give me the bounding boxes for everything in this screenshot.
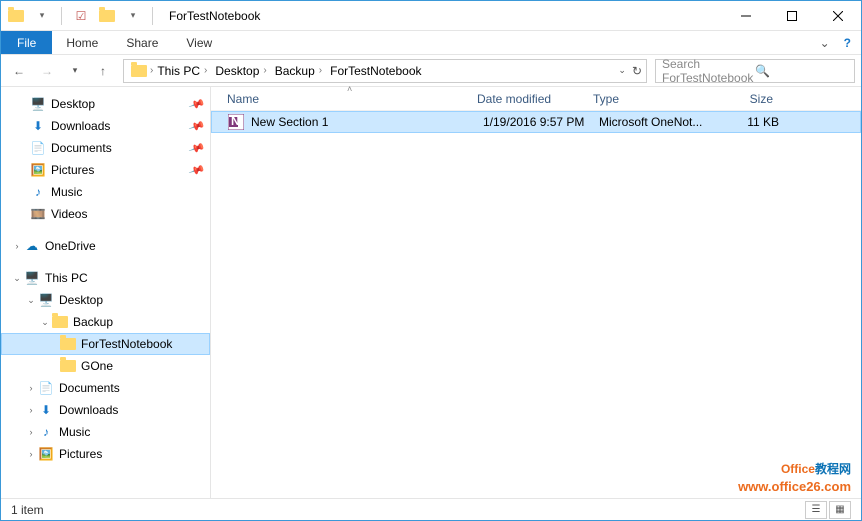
folder-icon xyxy=(96,5,118,27)
refresh-icon[interactable]: ↻ xyxy=(632,64,642,78)
tree-pc-downloads[interactable]: ›⬇Downloads xyxy=(1,399,210,421)
breadcrumb-thispc[interactable]: This PC› xyxy=(153,64,211,78)
share-tab[interactable]: Share xyxy=(112,31,172,54)
title-bar: ▾ ☑ ▾ ForTestNotebook xyxy=(1,1,861,31)
address-dropdown-icon[interactable]: ⌄ xyxy=(618,65,626,76)
item-count: 1 item xyxy=(11,503,44,517)
navigation-tree[interactable]: 🖥️Desktop📌 ⬇Downloads📌 📄Documents📌 🖼️Pic… xyxy=(1,87,211,498)
up-button[interactable]: ↑ xyxy=(91,59,115,83)
large-icons-view-button[interactable]: ▦ xyxy=(829,501,851,519)
tree-pc-pictures[interactable]: ›🖼️Pictures xyxy=(1,443,210,465)
tree-pc-music[interactable]: ›♪Music xyxy=(1,421,210,443)
column-headers: Name˄ Date modified Type Size xyxy=(211,87,861,111)
file-date: 1/19/2016 9:57 PM xyxy=(483,115,599,129)
qat-dropdown-icon[interactable]: ▾ xyxy=(122,5,144,27)
ribbon-expand-icon[interactable]: ⌄ xyxy=(820,36,830,50)
tree-backup[interactable]: ⌄Backup xyxy=(1,311,210,333)
tree-music[interactable]: ♪Music xyxy=(1,181,210,203)
divider xyxy=(61,7,62,25)
qat-dropdown-icon[interactable]: ▾ xyxy=(31,5,53,27)
breadcrumb-desktop[interactable]: Desktop› xyxy=(211,64,270,78)
tree-pc-documents[interactable]: ›📄Documents xyxy=(1,377,210,399)
content-area: 🖥️Desktop📌 ⬇Downloads📌 📄Documents📌 🖼️Pic… xyxy=(1,87,861,498)
col-name[interactable]: Name˄ xyxy=(227,92,477,106)
folder-icon xyxy=(5,5,27,27)
search-placeholder: Search ForTestNotebook xyxy=(662,57,755,85)
tree-gone[interactable]: GOne xyxy=(1,355,210,377)
tree-pc-desktop[interactable]: ⌄🖥️Desktop xyxy=(1,289,210,311)
file-tab[interactable]: File xyxy=(1,31,52,54)
window-title: ForTestNotebook xyxy=(169,9,260,23)
close-button[interactable] xyxy=(815,1,861,31)
breadcrumb-current[interactable]: ForTestNotebook xyxy=(326,64,425,78)
quick-access-toolbar: ▾ ☑ ▾ ForTestNotebook xyxy=(1,5,264,27)
breadcrumb-backup[interactable]: Backup› xyxy=(271,64,326,78)
search-icon[interactable]: 🔍 xyxy=(755,64,848,78)
svg-text:N: N xyxy=(231,114,240,128)
file-type: Microsoft OneNot... xyxy=(599,115,719,129)
file-size: 11 KB xyxy=(719,115,789,129)
tree-desktop[interactable]: 🖥️Desktop📌 xyxy=(1,93,210,115)
tree-pictures[interactable]: 🖼️Pictures📌 xyxy=(1,159,210,181)
divider xyxy=(152,7,153,25)
file-list: Name˄ Date modified Type Size N New Sect… xyxy=(211,87,861,498)
navigation-bar: ← → ▾ ↑ › This PC› Desktop› Backup› ForT… xyxy=(1,55,861,87)
col-date[interactable]: Date modified xyxy=(477,92,593,106)
status-bar: 1 item ☰ ▦ xyxy=(1,498,861,520)
file-row[interactable]: N New Section 1 1/19/2016 9:57 PM Micros… xyxy=(211,111,861,133)
view-tab[interactable]: View xyxy=(172,31,226,54)
col-size[interactable]: Size xyxy=(713,92,783,106)
back-button[interactable]: ← xyxy=(7,59,31,83)
recent-dropdown-icon[interactable]: ▾ xyxy=(63,59,87,83)
minimize-button[interactable] xyxy=(723,1,769,31)
tree-documents[interactable]: 📄Documents📌 xyxy=(1,137,210,159)
onenote-icon: N xyxy=(227,114,245,130)
tree-thispc[interactable]: ⌄🖥️This PC xyxy=(1,267,210,289)
search-input[interactable]: Search ForTestNotebook 🔍 xyxy=(655,59,855,83)
tree-current-folder[interactable]: ForTestNotebook xyxy=(1,333,210,355)
forward-button[interactable]: → xyxy=(35,59,59,83)
home-tab[interactable]: Home xyxy=(52,31,112,54)
tree-downloads[interactable]: ⬇Downloads📌 xyxy=(1,115,210,137)
tree-onedrive[interactable]: ›☁OneDrive xyxy=(1,235,210,257)
properties-icon[interactable]: ☑ xyxy=(70,5,92,27)
help-icon[interactable]: ? xyxy=(844,36,851,50)
folder-icon xyxy=(128,60,150,82)
maximize-button[interactable] xyxy=(769,1,815,31)
file-name: New Section 1 xyxy=(251,115,483,129)
details-view-button[interactable]: ☰ xyxy=(805,501,827,519)
tree-videos[interactable]: 🎞️Videos xyxy=(1,203,210,225)
address-bar[interactable]: › This PC› Desktop› Backup› ForTestNoteb… xyxy=(123,59,647,83)
ribbon-tabs: File Home Share View ⌄ ? xyxy=(1,31,861,55)
col-type[interactable]: Type xyxy=(593,92,713,106)
sort-asc-icon: ˄ xyxy=(347,84,352,94)
